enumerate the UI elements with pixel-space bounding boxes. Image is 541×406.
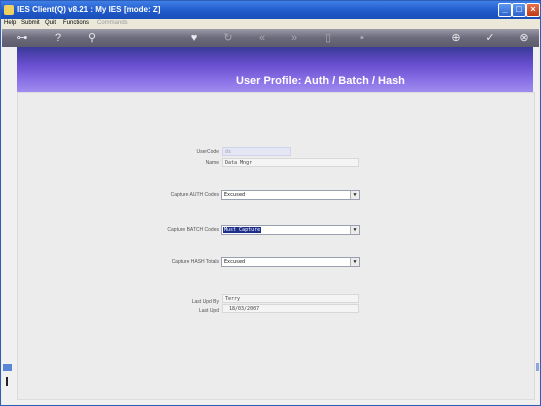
check-icon[interactable]: ✓ bbox=[482, 30, 498, 46]
menu-bar: Help Submit Quit Functions Commands bbox=[1, 19, 540, 29]
menu-quit[interactable]: Quit bbox=[45, 20, 56, 26]
hash-totals-value: Excused bbox=[224, 259, 246, 265]
last-upd-by-field: Terry bbox=[222, 294, 359, 303]
name-label: Name bbox=[205, 160, 219, 166]
menu-help[interactable]: Help bbox=[4, 20, 16, 26]
back-icon[interactable]: « bbox=[254, 30, 270, 46]
chevron-down-icon[interactable]: ▼ bbox=[350, 191, 359, 199]
app-window: IES Client(Q) v8.21 : My IES : [mode: Z]… bbox=[0, 0, 541, 406]
heart-icon[interactable]: ♥ bbox=[186, 30, 202, 46]
hash-totals-select[interactable]: Excused ▼ bbox=[221, 257, 360, 267]
search-icon[interactable]: ⚲ bbox=[84, 30, 100, 46]
refresh-icon[interactable]: ↻ bbox=[220, 30, 236, 46]
title-bar[interactable]: IES Client(Q) v8.21 : My IES : [mode: Z]… bbox=[1, 1, 540, 19]
batch-codes-value: Must Capture bbox=[223, 227, 262, 233]
form-panel: UserCode ds Name Data Mngr Capture AUTH … bbox=[17, 92, 535, 400]
key-icon[interactable]: ⊶ bbox=[10, 30, 34, 46]
batch-codes-select[interactable]: Must Capture ▼ bbox=[221, 225, 360, 235]
maximize-icon[interactable]: □ bbox=[512, 3, 526, 17]
auth-codes-select[interactable]: Excused ▼ bbox=[221, 190, 360, 200]
name-field[interactable]: Data Mngr bbox=[222, 158, 359, 167]
info-icon[interactable] bbox=[3, 377, 12, 386]
chevron-down-icon[interactable]: ▼ bbox=[350, 258, 359, 266]
window-title: IES Client(Q) v8.21 : My IES : bbox=[17, 5, 127, 14]
save-icon[interactable]: ▪ bbox=[354, 30, 370, 46]
scroll-marker[interactable] bbox=[536, 363, 539, 371]
forward-icon[interactable]: » bbox=[286, 30, 302, 46]
add-icon[interactable]: ⊕ bbox=[448, 30, 464, 46]
menu-submit[interactable]: Submit bbox=[21, 20, 40, 26]
close-icon[interactable]: ⊗ bbox=[516, 30, 532, 46]
user-code-field[interactable]: ds bbox=[222, 147, 291, 156]
grid-icon[interactable] bbox=[3, 363, 12, 372]
chevron-down-icon[interactable]: ▼ bbox=[350, 226, 359, 234]
last-upd-by-label: Last Upd By bbox=[191, 299, 219, 305]
content-area: User Profile: Auth / Batch / Hash UserCo… bbox=[2, 47, 539, 404]
document-icon[interactable]: ▯ bbox=[320, 30, 336, 46]
help-icon[interactable]: ? bbox=[50, 30, 66, 46]
menu-functions[interactable]: Functions bbox=[63, 20, 89, 26]
batch-codes-label: Capture BATCH Codes bbox=[167, 227, 219, 233]
minimize-icon[interactable]: _ bbox=[498, 3, 512, 17]
user-code-label: UserCode bbox=[196, 149, 219, 155]
auth-codes-label: Capture AUTH Codes bbox=[170, 192, 219, 198]
last-upd-field: 18/03/2007 bbox=[222, 304, 359, 313]
app-icon bbox=[4, 5, 14, 15]
page-title: User Profile: Auth / Batch / Hash bbox=[236, 75, 405, 87]
window-mode: [mode: Z] bbox=[124, 5, 161, 14]
last-upd-label: Last Upd bbox=[198, 308, 219, 314]
hash-totals-label: Capture HASH Totals bbox=[171, 259, 219, 265]
auth-codes-value: Excused bbox=[224, 192, 246, 198]
menu-commands[interactable]: Commands bbox=[97, 20, 128, 26]
window-close-icon[interactable]: × bbox=[526, 3, 540, 17]
toolbar: ⊶ ? ⚲ ♥ ↻ « » ▯ ▪ ⊕ ✓ ⊗ bbox=[2, 29, 539, 47]
header-band: User Profile: Auth / Batch / Hash bbox=[17, 47, 533, 92]
